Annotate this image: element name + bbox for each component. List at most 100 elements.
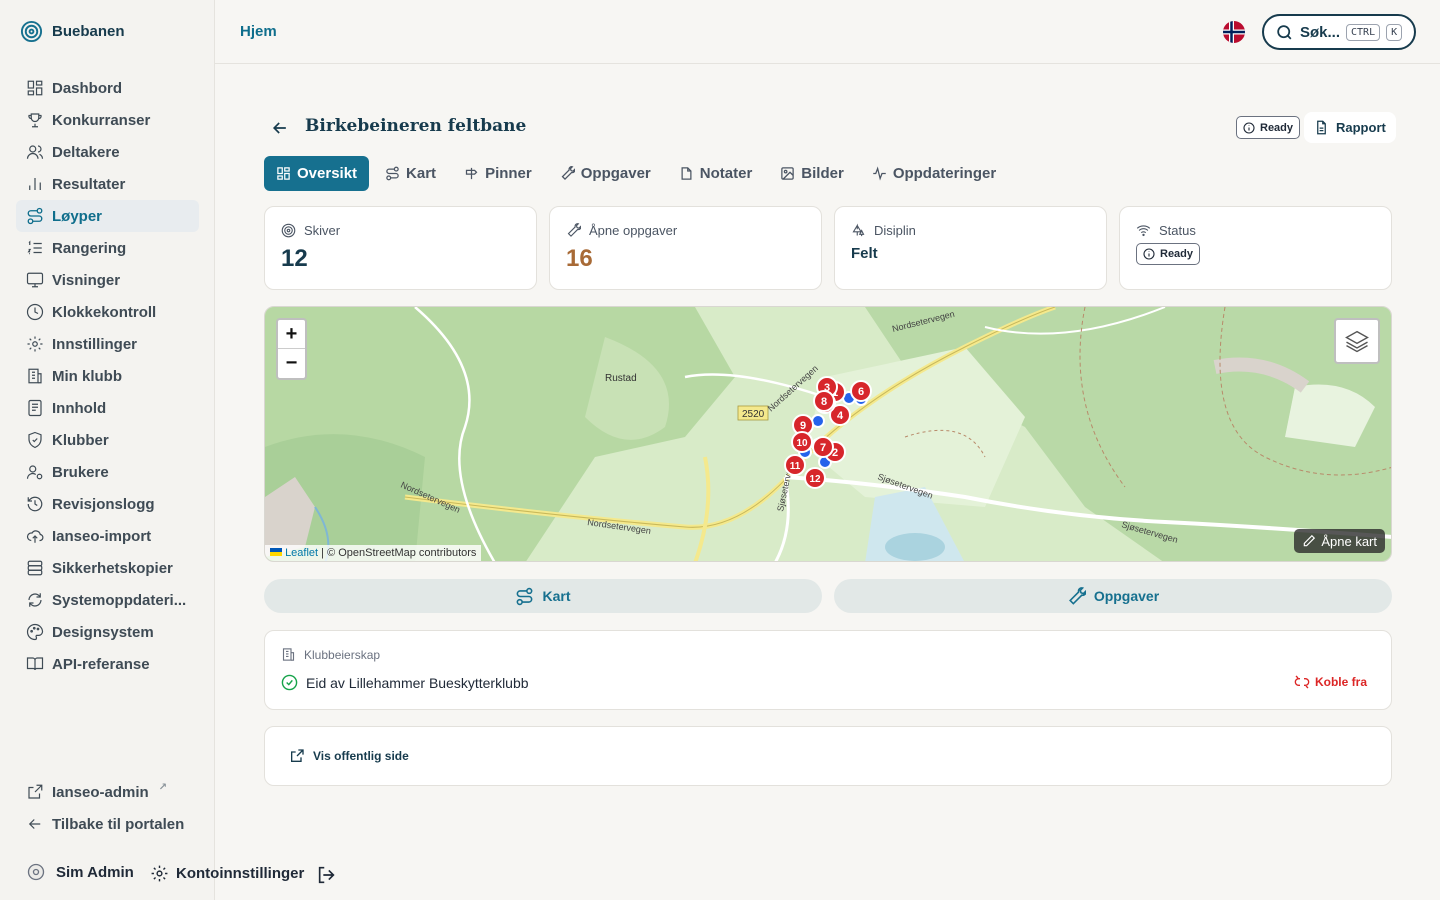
ranking-list-icon: [27, 240, 42, 255]
tab-oversikt[interactable]: Oversikt: [264, 156, 370, 191]
search-button[interactable]: Søk... CTRL K: [1262, 14, 1416, 50]
breadcrumb-home[interactable]: Hjem: [240, 23, 277, 40]
sidebar-item-label: Designsystem: [52, 623, 154, 641]
report-button[interactable]: Rapport: [1304, 112, 1396, 143]
sidebar-item-api-referanse[interactable]: API-referanse: [16, 648, 199, 680]
sidebar-item-designsystem[interactable]: Designsystem: [16, 616, 199, 648]
tab-oppdateringer[interactable]: Oppdateringer: [860, 156, 1008, 191]
language-flag-norway-icon[interactable]: [1223, 21, 1245, 43]
shield-icon: [28, 431, 42, 449]
view-public-page-label: Vis offentlig side: [313, 749, 409, 763]
sidebar-item-innstillinger[interactable]: Innstillinger: [16, 328, 199, 360]
back-button[interactable]: [270, 118, 290, 143]
sidebar-item-label: Innhold: [52, 399, 107, 417]
document-icon: [28, 399, 42, 417]
activity-icon: [873, 166, 886, 181]
tab-bilder[interactable]: Bilder: [768, 156, 856, 191]
target-marker-7[interactable]: 7: [812, 436, 834, 458]
stat-card-status: Status Ready: [1119, 206, 1392, 290]
sidebar-item-systemoppdateringer[interactable]: Systemoppdateri...: [16, 584, 199, 616]
tab-label: Oppdateringer: [892, 165, 997, 182]
sidebar-item-innhold[interactable]: Innhold: [16, 392, 199, 424]
database-icon: [27, 560, 43, 576]
sidebar-item-resultater[interactable]: Resultater: [16, 168, 199, 200]
logout-button[interactable]: [316, 864, 338, 891]
stat-label-text: Status: [1159, 223, 1196, 238]
account-settings-link[interactable]: Kontoinnstillinger: [150, 864, 304, 883]
check-circle-icon: [281, 674, 298, 691]
route-icon: [386, 166, 399, 181]
stat-card-discipline: Disiplin Felt: [834, 206, 1107, 290]
palette-icon: [26, 623, 44, 641]
stat-value-discipline: Felt: [851, 245, 878, 262]
tab-notater[interactable]: Notater: [667, 156, 765, 191]
report-button-label: Rapport: [1336, 120, 1386, 135]
target-marker-6[interactable]: 6: [850, 380, 872, 402]
unlink-button[interactable]: Koble fra: [1294, 674, 1367, 690]
zoom-control: + −: [276, 318, 307, 380]
ukraine-flag-icon: [270, 548, 282, 556]
sidebar-item-visninger[interactable]: Visninger: [16, 264, 199, 296]
sidebar-item-revisjonslogg[interactable]: Revisjonslogg: [16, 488, 199, 520]
brand[interactable]: Buebanen: [20, 20, 125, 43]
sidebar-item-dashbord[interactable]: Dashbord: [16, 72, 199, 104]
sidebar-item-label: API-referanse: [52, 655, 150, 673]
public-page-card: Vis offentlig side: [264, 726, 1392, 786]
sidebar-item-sikkerhetskopier[interactable]: Sikkerhetskopier: [16, 552, 199, 584]
view-public-page-link[interactable]: Vis offentlig side: [289, 748, 409, 764]
sidebar-item-label: Ianseo-import: [52, 527, 152, 545]
user-profile[interactable]: Sim Admin: [26, 862, 134, 882]
sidebar-item-brukere[interactable]: Brukere: [16, 456, 199, 488]
zoom-in-button[interactable]: +: [278, 320, 305, 349]
tasks-button[interactable]: Oppgaver: [834, 579, 1392, 613]
tab-label: Oppgaver: [580, 165, 651, 182]
route-icon: [27, 207, 43, 225]
sidebar-item-rangering[interactable]: Rangering: [16, 232, 199, 264]
course-map[interactable]: Rustad 2520 Nordsetervegen Nordsetervege…: [264, 306, 1392, 562]
target-marker-label: 4: [837, 410, 844, 422]
sidebar-item-klokkekontroll[interactable]: Klokkekontroll: [16, 296, 199, 328]
tab-oppgaver[interactable]: Oppgaver: [548, 156, 663, 191]
owner-club: Eid av Lillehammer Bueskytterklubb: [281, 674, 529, 691]
target-marker-10[interactable]: 10: [791, 431, 813, 453]
back-to-portal-link[interactable]: Tilbake til portalen: [16, 808, 206, 840]
tab-kart[interactable]: Kart: [373, 156, 448, 191]
sidebar-item-label: Dashbord: [52, 79, 123, 97]
external-mark: ↗: [158, 781, 168, 793]
target-logo-icon: [20, 20, 43, 43]
leaflet-link[interactable]: Leaflet: [285, 547, 318, 559]
sidebar-item-label: Deltakere: [52, 143, 120, 161]
layers-button[interactable]: [1334, 318, 1380, 364]
stat-label: Status: [1136, 223, 1196, 238]
open-map-button[interactable]: Åpne kart: [1294, 529, 1385, 553]
tab-pinner[interactable]: Pinner: [452, 156, 544, 191]
sidebar-item-label: Brukere: [52, 463, 109, 481]
stat-card-targets: Skiver 12: [264, 206, 537, 290]
sidebar-item-loyper[interactable]: Løyper: [16, 200, 199, 232]
sidebar-item-min-klubb[interactable]: Min klubb: [16, 360, 199, 392]
target-marker-label: 11: [790, 461, 801, 472]
sidebar: Buebanen Dashbord Konkurranser Deltakere…: [0, 0, 215, 900]
sidebar-item-label: Sikkerhetskopier: [52, 559, 173, 577]
search-icon: [1277, 24, 1292, 39]
target-marker-12[interactable]: 12: [804, 467, 826, 489]
sidebar-item-label: Visninger: [52, 271, 121, 289]
map-button[interactable]: Kart: [264, 579, 822, 613]
unlink-label: Koble fra: [1314, 675, 1367, 689]
note-icon: [681, 167, 692, 180]
sidebar-item-ianseo-import[interactable]: Ianseo-import: [16, 520, 199, 552]
target-marker-8[interactable]: 8: [813, 390, 835, 412]
sidebar-item-deltakere[interactable]: Deltakere: [16, 136, 199, 168]
sidebar-item-label: Systemoppdateri...: [52, 591, 187, 609]
sidebar-item-konkurranser[interactable]: Konkurranser: [16, 104, 199, 136]
sidebar-item-klubber[interactable]: Klubber: [16, 424, 199, 456]
stat-label: Disiplin: [851, 223, 916, 238]
wrench-icon: [561, 166, 575, 181]
osm-attribution: | © OpenStreetMap contributors: [318, 547, 477, 559]
target-marker-11[interactable]: 11: [784, 454, 806, 476]
zoom-out-button[interactable]: −: [278, 349, 305, 378]
target-marker-label: 6: [858, 386, 864, 398]
ianseo-admin-link[interactable]: Ianseo-admin ↗: [16, 776, 206, 808]
tab-label: Bilder: [801, 165, 844, 182]
user-name: Sim Admin: [56, 863, 134, 881]
